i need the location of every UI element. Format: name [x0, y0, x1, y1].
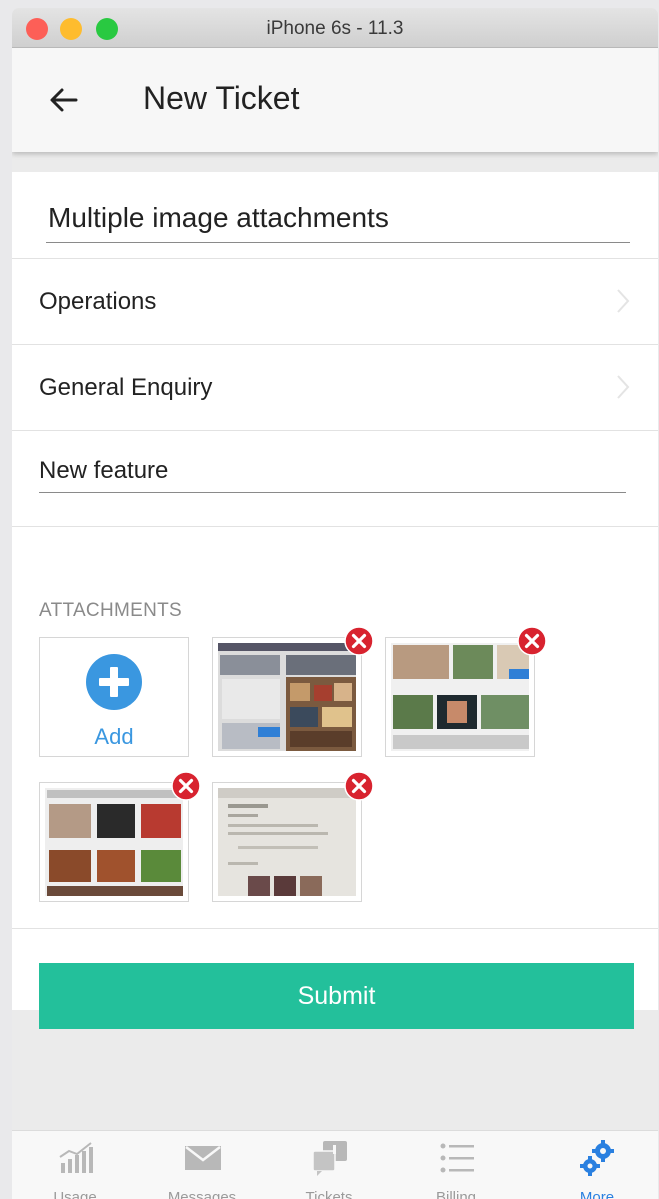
tab-billing[interactable]: Billing — [401, 1131, 511, 1199]
attachment-thumbnail[interactable] — [212, 771, 374, 902]
plus-icon — [86, 654, 142, 710]
envelope-icon — [185, 1146, 221, 1170]
department-select[interactable]: Operations — [12, 258, 658, 344]
remove-attachment-icon[interactable] — [517, 626, 547, 656]
page-title: New Ticket — [143, 80, 300, 116]
ticket-title-input[interactable] — [46, 194, 630, 243]
remove-attachment-icon[interactable] — [344, 771, 374, 801]
ticket-form: Operations General Enquiry ATTACHMENTS — [12, 172, 658, 1029]
attachment-image — [218, 788, 356, 896]
remove-attachment-icon[interactable] — [171, 771, 201, 801]
simulator-title: iPhone 6s - 11.3 — [266, 18, 404, 39]
add-label: Add — [94, 724, 134, 749]
attachment-image — [45, 788, 183, 896]
category-value: General Enquiry — [39, 374, 213, 401]
tab-label: Messages — [167, 1189, 237, 1199]
attachment-thumbnail[interactable] — [39, 771, 201, 902]
list-icon — [440, 1143, 474, 1173]
attachment-image — [391, 643, 529, 751]
department-value: Operations — [39, 288, 157, 315]
divider — [12, 430, 658, 431]
divider — [12, 526, 658, 527]
divider — [12, 928, 658, 929]
attachment-thumbnail[interactable] — [385, 626, 547, 757]
tab-usage[interactable]: Usage — [20, 1131, 130, 1199]
attachments-label: ATTACHMENTS — [39, 600, 182, 621]
tickets-icon — [312, 1141, 347, 1176]
tab-more[interactable]: More — [542, 1131, 652, 1199]
bar-chart-icon — [59, 1142, 93, 1173]
simulator-title-bar: iPhone 6s - 11.3 — [12, 8, 658, 48]
category-select[interactable]: General Enquiry — [12, 344, 658, 430]
tab-messages[interactable]: Messages — [147, 1131, 257, 1199]
chevron-right-icon — [617, 289, 630, 313]
tab-tickets[interactable]: Tickets — [274, 1131, 384, 1199]
attachment-thumbnail[interactable] — [212, 626, 374, 757]
chevron-right-icon — [617, 375, 630, 399]
gears-icon — [580, 1140, 614, 1176]
attachment-image — [218, 643, 356, 751]
back-arrow-icon[interactable] — [48, 84, 80, 116]
tab-label: Billing — [435, 1189, 477, 1199]
remove-attachment-icon[interactable] — [344, 626, 374, 656]
add-attachment-button[interactable]: Add — [39, 637, 189, 757]
tab-label: Tickets — [305, 1189, 353, 1199]
tab-bar: Usage Messages Tickets Billing More — [12, 1130, 658, 1199]
app-screen: New Ticket Operations General Enquiry AT… — [12, 48, 658, 1199]
app-header: New Ticket — [12, 48, 658, 152]
tab-label: More — [579, 1189, 615, 1199]
submit-button[interactable]: Submit — [39, 963, 634, 1029]
subcategory-input[interactable] — [39, 450, 626, 493]
tab-label: Usage — [53, 1189, 97, 1199]
